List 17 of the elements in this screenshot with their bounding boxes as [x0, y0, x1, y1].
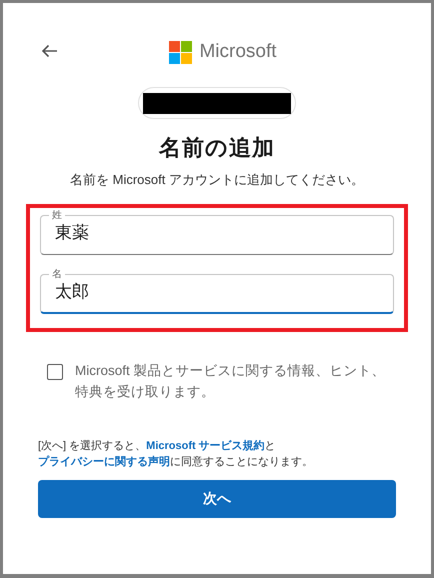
text-field[interactable]: 名 太郎: [40, 268, 394, 314]
back-arrow-icon[interactable]: [41, 44, 58, 58]
field-label: 姓: [51, 210, 63, 222]
subtitle: 名前を Microsoft アカウントに追加してください。: [69, 171, 365, 189]
field-label: 名: [51, 268, 63, 280]
brand-name: Microsoft: [199, 40, 277, 64]
next-button[interactable]: 次へ: [38, 480, 396, 518]
page-title: 名前の追加: [158, 134, 276, 162]
consent-text: [次へ] を選択すると、Microsoft サービス規約 と プライバシーに関する声明に同意することになります。: [38, 438, 314, 470]
field-value: 太郎: [55, 280, 90, 302]
checkbox-label: Microsoft 製品とサービスに関する情報、ヒント、特典を受け取ります。: [75, 362, 387, 400]
terms-link[interactable]: Microsoft サービス規約: [146, 440, 265, 452]
text-field[interactable]: 姓 東薬: [40, 210, 394, 254]
field-value: 東薬: [55, 222, 90, 244]
logo-icon: [169, 40, 192, 64]
checkbox[interactable]: [47, 364, 63, 380]
terms-link[interactable]: プライバシーに関する声明: [38, 456, 170, 468]
